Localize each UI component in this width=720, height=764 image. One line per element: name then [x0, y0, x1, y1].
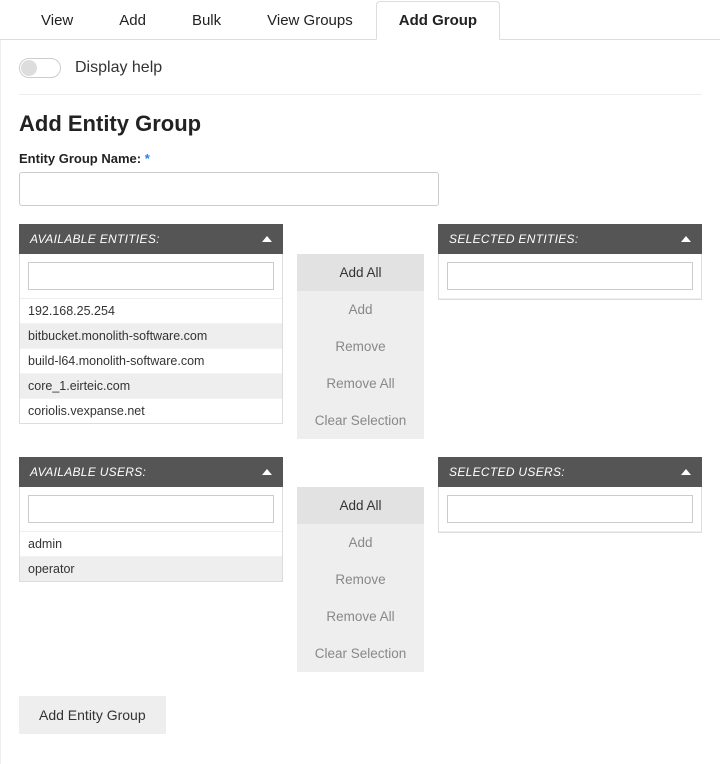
entities-transfer-buttons: Add All Add Remove Remove All Clear Sele… [297, 254, 424, 439]
available-users-filter[interactable] [28, 495, 274, 523]
available-entities-panel: AVAILABLE ENTITIES: 192.168.25.254 bitbu… [19, 224, 283, 439]
list-item[interactable]: admin [20, 532, 282, 557]
available-entities-header: AVAILABLE ENTITIES: [30, 232, 160, 246]
selected-entities-filter[interactable] [447, 262, 693, 290]
list-item[interactable]: 192.168.25.254 [20, 299, 282, 324]
add-entity-group-button[interactable]: Add Entity Group [19, 696, 166, 734]
selected-users-filter[interactable] [447, 495, 693, 523]
collapse-icon[interactable] [262, 469, 272, 475]
tab-add[interactable]: Add [96, 1, 169, 40]
display-help-label: Display help [75, 59, 162, 77]
collapse-icon[interactable] [681, 469, 691, 475]
collapse-icon[interactable] [262, 236, 272, 242]
available-entities-list[interactable]: 192.168.25.254 bitbucket.monolith-softwa… [20, 299, 282, 423]
list-item[interactable]: operator [20, 557, 282, 581]
entities-add-all-button[interactable]: Add All [297, 254, 424, 291]
selected-entities-panel: SELECTED ENTITIES: [438, 224, 702, 439]
users-clear-selection-button[interactable]: Clear Selection [297, 635, 424, 672]
list-item[interactable]: core_1.eirteic.com [20, 374, 282, 399]
tab-bar: View Add Bulk View Groups Add Group [0, 0, 720, 40]
tab-view-groups[interactable]: View Groups [244, 1, 376, 40]
tab-bulk[interactable]: Bulk [169, 1, 244, 40]
users-remove-button[interactable]: Remove [297, 561, 424, 598]
available-users-header: AVAILABLE USERS: [30, 465, 146, 479]
display-help-toggle[interactable] [19, 58, 61, 78]
collapse-icon[interactable] [681, 236, 691, 242]
list-item[interactable]: build-l64.monolith-software.com [20, 349, 282, 374]
tab-add-group[interactable]: Add Group [376, 1, 500, 40]
available-users-list[interactable]: admin operator [20, 532, 282, 581]
group-name-input[interactable] [19, 172, 439, 206]
available-entities-filter[interactable] [28, 262, 274, 290]
available-users-panel: AVAILABLE USERS: admin operator [19, 457, 283, 672]
entities-remove-all-button[interactable]: Remove All [297, 365, 424, 402]
page-title: Add Entity Group [19, 111, 702, 137]
users-remove-all-button[interactable]: Remove All [297, 598, 424, 635]
selected-users-panel: SELECTED USERS: [438, 457, 702, 672]
users-add-button[interactable]: Add [297, 524, 424, 561]
users-add-all-button[interactable]: Add All [297, 487, 424, 524]
selected-entities-header: SELECTED ENTITIES: [449, 232, 578, 246]
selected-users-header: SELECTED USERS: [449, 465, 565, 479]
list-item[interactable]: coriolis.vexpanse.net [20, 399, 282, 423]
entities-remove-button[interactable]: Remove [297, 328, 424, 365]
users-transfer-buttons: Add All Add Remove Remove All Clear Sele… [297, 487, 424, 672]
entities-clear-selection-button[interactable]: Clear Selection [297, 402, 424, 439]
group-name-label: Entity Group Name: * [19, 151, 702, 166]
required-indicator: * [145, 151, 150, 166]
tab-view[interactable]: View [18, 1, 96, 40]
list-item[interactable]: bitbucket.monolith-software.com [20, 324, 282, 349]
entities-add-button[interactable]: Add [297, 291, 424, 328]
